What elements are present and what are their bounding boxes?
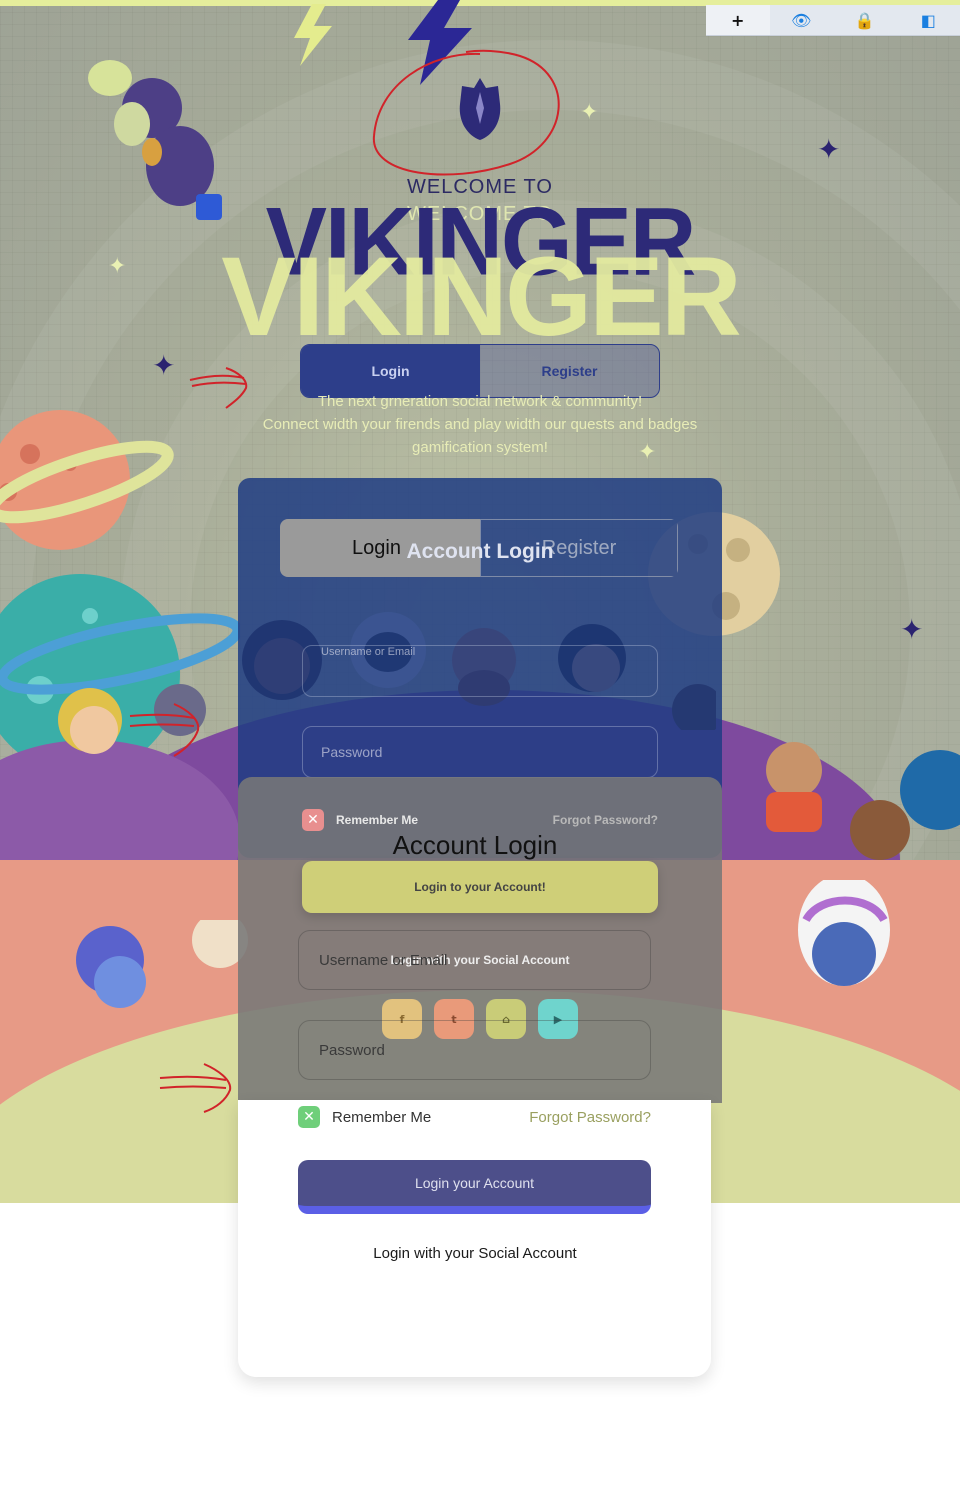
username-input[interactable]: Username or Email <box>298 930 651 990</box>
brand-title-duplicate: VIKINGER <box>221 234 741 359</box>
tagline-line-1: The next grneration social network & com… <box>317 393 643 410</box>
characters-illustration <box>76 920 248 1008</box>
password-input[interactable]: Password <box>298 1020 651 1080</box>
remember-label: Remember Me <box>336 813 419 827</box>
characters-illustration <box>798 880 890 986</box>
annotation-arrow <box>129 703 200 757</box>
login-submit-button[interactable]: Login to your Account! <box>302 861 658 913</box>
sparkle-icon: ✦ <box>817 133 841 166</box>
tagline-line-2: Connect width your firends and play widt… <box>262 416 698 433</box>
switch-register-tab[interactable]: Register <box>480 345 659 397</box>
remember-checkbox[interactable]: ✕ <box>302 809 324 831</box>
eye-icon[interactable]: 👁 <box>770 5 834 35</box>
account-login-title: Account Login <box>406 540 554 563</box>
remember-checkbox[interactable]: ✕ <box>298 1106 320 1128</box>
tagline-line-3: gamification system! <box>412 439 548 456</box>
password-field-ghost[interactable]: Password <box>302 726 658 778</box>
sparkle-icon: ✦ <box>580 100 599 125</box>
switch-login-tab[interactable]: Login <box>301 345 480 397</box>
social-login-label: Login with your Social Account <box>373 1245 577 1262</box>
editor-toolbar: + 👁 🔒 ◧ <box>706 5 960 36</box>
lightning-icon <box>294 4 332 66</box>
sparkle-icon: ✦ <box>900 613 924 646</box>
forgot-password-link[interactable]: Forgot Password? <box>529 1109 651 1126</box>
panel-icon[interactable]: ◧ <box>897 5 960 35</box>
remember-row: ✕ Remember Me Forgot Password? <box>302 809 658 831</box>
forgot-password-link[interactable]: Forgot Password? <box>553 813 658 827</box>
account-login-title: Account Login <box>392 830 558 860</box>
login-account-button[interactable]: Login your Account <box>298 1160 651 1214</box>
plus-icon[interactable]: + <box>706 5 770 35</box>
login-card <box>238 1100 711 1377</box>
annotation-arrow <box>159 1063 232 1113</box>
lock-icon[interactable]: 🔒 <box>833 5 897 35</box>
vikinger-logo-icon <box>459 78 501 140</box>
login-register-switch: Login Register <box>300 344 660 398</box>
username-field-ghost[interactable]: Username or Email <box>302 645 658 697</box>
remember-row: ✕ Remember Me Forgot Password? <box>298 1106 651 1128</box>
characters-illustration <box>766 742 960 860</box>
remember-label: Remember Me <box>332 1108 432 1126</box>
